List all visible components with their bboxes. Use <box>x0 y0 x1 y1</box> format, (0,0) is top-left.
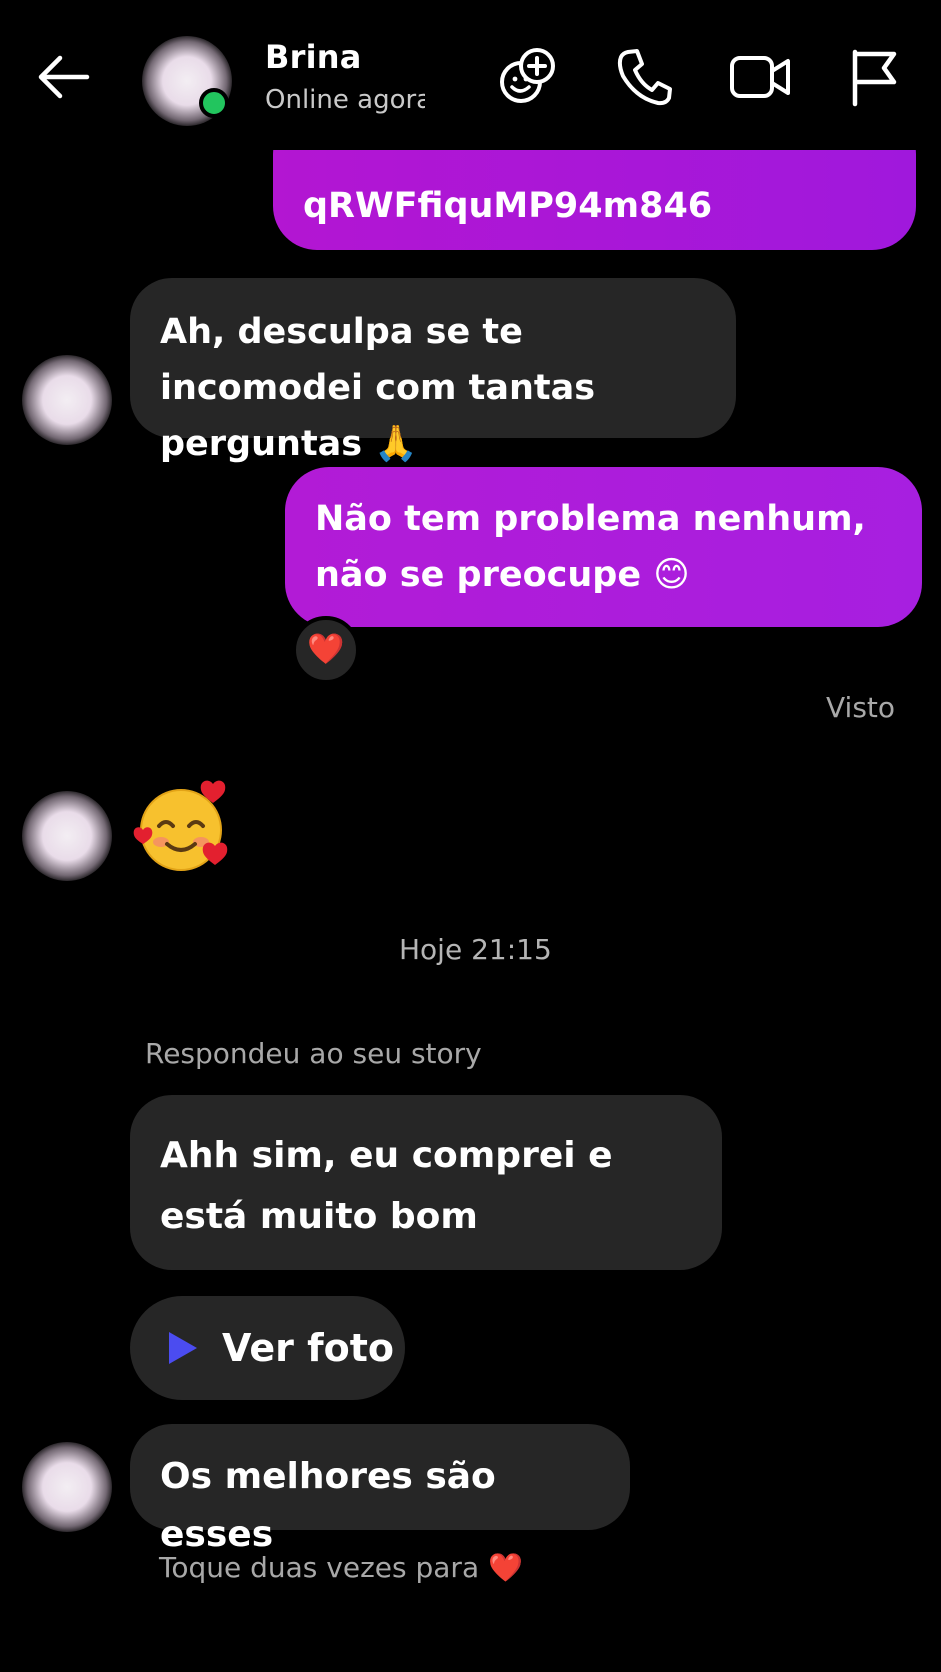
play-icon <box>169 1332 197 1364</box>
message-text: qRWFfiquMP94m846 <box>303 186 713 226</box>
flag-icon[interactable] <box>848 46 900 108</box>
chat-header: Brina Online agora <box>0 0 941 150</box>
contact-avatar[interactable] <box>22 791 112 881</box>
received-message-bubble[interactable]: Os melhores são esses <box>130 1424 630 1555</box>
phone-icon[interactable] <box>614 46 674 108</box>
received-message-bubble[interactable]: Ahh sim, eu comprei e está muito bom <box>130 1095 722 1270</box>
back-arrow-icon[interactable] <box>33 52 93 102</box>
message-text: Ahh sim, eu comprei e está muito bom <box>160 1135 613 1237</box>
message-text: Não tem problema nenhum, não se preocupe… <box>315 499 866 595</box>
contact-status: Online agora <box>265 85 425 115</box>
timestamp-divider: Hoje 21:15 <box>399 933 552 966</box>
video-camera-icon[interactable] <box>728 46 792 108</box>
message-text: Ah, desculpa se te incomodei com tantas … <box>160 312 596 464</box>
contact-avatar[interactable] <box>22 355 112 445</box>
double-tap-hint: Toque duas vezes para ❤️ <box>159 1551 523 1584</box>
view-photo-label: Ver foto <box>222 1326 394 1370</box>
smiling-face-with-hearts-emoji[interactable] <box>133 778 233 878</box>
contact-name[interactable]: Brina <box>265 38 362 76</box>
seen-indicator: Visto <box>826 691 896 724</box>
message-text: Os melhores são esses <box>160 1456 496 1555</box>
heart-icon: ❤️ <box>307 632 345 667</box>
sent-message-bubble[interactable]: Não tem problema nenhum, não se preocupe… <box>285 467 922 627</box>
received-message-bubble[interactable]: Ah, desculpa se te incomodei com tantas … <box>130 278 736 464</box>
story-reply-label: Respondeu ao seu story <box>145 1037 482 1070</box>
online-status-dot <box>199 88 229 118</box>
view-photo-button[interactable]: Ver foto <box>130 1296 405 1400</box>
add-effect-icon[interactable] <box>497 46 559 108</box>
contact-avatar[interactable] <box>22 1442 112 1532</box>
heart-reaction[interactable]: ❤️ <box>292 616 360 684</box>
